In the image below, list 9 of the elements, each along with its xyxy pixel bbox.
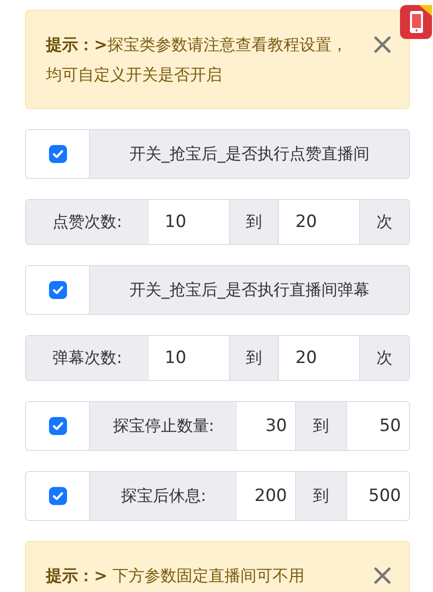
checkbox[interactable] — [48, 281, 66, 299]
phone-app-icon[interactable] — [399, 4, 433, 40]
checkbox[interactable] — [48, 145, 66, 163]
switch-label: 开关_抢宝后_是否执行点赞直播间 — [90, 130, 409, 178]
close-button[interactable]: × — [370, 30, 395, 60]
alert-text: 提示：>探宝类参数请注意查看教程设置，均可自定义开关是否开启 — [46, 34, 348, 86]
switch-label: 开关_抢宝后_是否执行直播间弹幕 — [90, 266, 409, 314]
alert-text: 提示：> 下方参数固定直播间可不用 — [46, 565, 306, 587]
close-button[interactable]: × — [370, 561, 395, 591]
